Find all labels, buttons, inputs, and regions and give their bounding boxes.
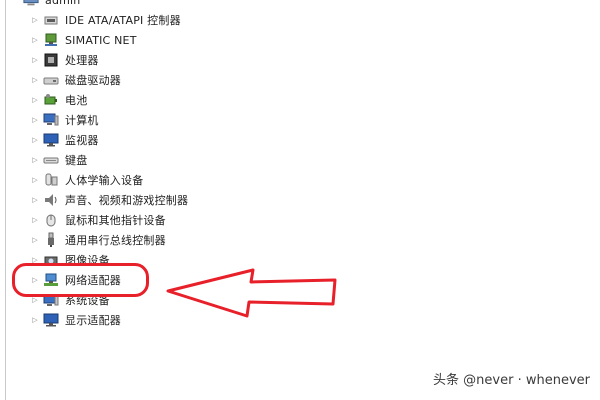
tree-item-keyboard[interactable]: ▷ 键盘 [30,150,87,170]
tree-item-label: 鼠标和其他指针设备 [65,214,166,227]
tree-item-label: 磁盘驱动器 [65,74,121,87]
expand-arrow-icon[interactable]: ▷ [30,150,40,170]
expand-arrow-icon[interactable]: ▷ [30,30,40,50]
expand-arrow-icon[interactable]: ▷ [30,90,40,110]
tree-item-label: 通用串行总线控制器 [65,234,166,247]
tree-item-computer[interactable]: ▷ 计算机 [30,110,99,130]
tree-item-label: SIMATIC NET [65,33,137,47]
tree-item-mouse[interactable]: ▷ 鼠标和其他指针设备 [30,210,166,230]
expand-arrow-icon[interactable]: ▷ [30,70,40,90]
tree-item-label: 人体学输入设备 [65,174,144,187]
tree-root-label: admin [45,0,81,7]
device-manager-screenshot: admin ▷ IDE ATA/ATAPI 控制器 ▷ SIMATIC NET … [0,0,600,400]
battery-icon [43,92,59,108]
tree-item-ide-controller[interactable]: ▷ IDE ATA/ATAPI 控制器 [30,10,181,30]
tree-item-label: 键盘 [65,154,88,167]
computer-icon [43,112,59,128]
highlight-oval [12,263,149,297]
ide-controller-icon [43,12,59,28]
tree-item-label: 监视器 [65,134,99,147]
panel-border [5,0,6,400]
speaker-icon [43,192,59,208]
disk-drive-icon [43,72,59,88]
mouse-icon [43,212,59,228]
expand-arrow-icon[interactable]: ▷ [30,110,40,130]
expand-arrow-icon[interactable]: ▷ [30,310,40,330]
tree-item-label: 显示适配器 [65,314,121,327]
tree-item-label: 声音、视频和游戏控制器 [65,194,189,207]
tree-item-sound[interactable]: ▷ 声音、视频和游戏控制器 [30,190,188,210]
tree-item-label: 电池 [65,94,88,107]
annotation-arrow [166,268,337,318]
tree-item-display-adapter[interactable]: ▷ 显示适配器 [30,310,121,330]
usb-icon [43,232,59,248]
expand-arrow-icon[interactable]: ▷ [30,230,40,250]
tree-item-label: IDE ATA/ATAPI 控制器 [65,14,181,27]
tree-root[interactable]: admin [22,0,80,10]
hid-icon [43,172,59,188]
computer-root-icon [22,0,40,7]
processor-icon [43,52,59,68]
expand-arrow-icon[interactable]: ▷ [30,210,40,230]
tree-item-processor[interactable]: ▷ 处理器 [30,50,99,70]
network-node-icon [43,32,59,48]
tree-item-hid[interactable]: ▷ 人体学输入设备 [30,170,143,190]
expand-arrow-icon[interactable]: ▷ [30,190,40,210]
tree-item-monitor[interactable]: ▷ 监视器 [30,130,99,150]
watermark: 头条 @never · whenever [433,373,590,388]
keyboard-icon [43,152,59,168]
expand-arrow-icon[interactable]: ▷ [30,10,40,30]
expand-arrow-icon[interactable]: ▷ [30,170,40,190]
tree-item-label: 处理器 [65,54,99,67]
tree-item-usb[interactable]: ▷ 通用串行总线控制器 [30,230,166,250]
expand-arrow-icon[interactable]: ▷ [30,130,40,150]
monitor-icon [43,132,59,148]
expand-arrow-icon[interactable]: ▷ [30,50,40,70]
tree-item-simatic-net[interactable]: ▷ SIMATIC NET [30,30,137,50]
tree-item-disk-drive[interactable]: ▷ 磁盘驱动器 [30,70,121,90]
display-adapter-icon [43,312,59,328]
tree-item-battery[interactable]: ▷ 电池 [30,90,87,110]
tree-item-label: 计算机 [65,114,99,127]
